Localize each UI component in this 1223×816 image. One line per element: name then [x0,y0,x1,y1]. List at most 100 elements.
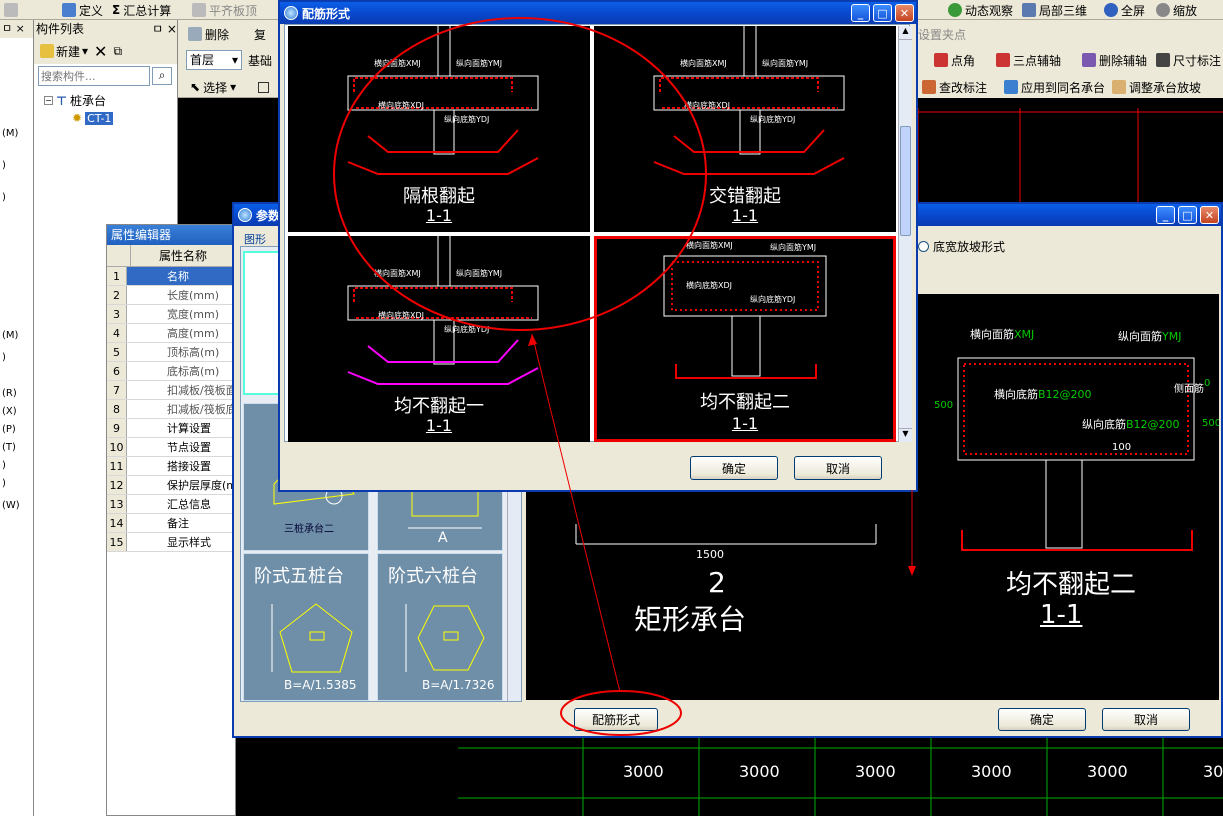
apply-same-button[interactable]: 应用到同名承台 [1004,77,1105,97]
dim-label-button[interactable]: 尺寸标注 [1156,50,1221,70]
rebar-dialog-title: 配筋形式 [302,6,351,21]
preview-top-h: 横向面筋XMJ [970,326,1034,342]
copy-icon[interactable]: ⧉ [113,44,122,59]
search-input[interactable] [38,66,150,86]
param-cancel-button[interactable]: 取消 [1102,708,1190,731]
property-row[interactable]: 2 长度(mm) [107,286,235,305]
preview-dim-500a: 500 [934,400,954,411]
chevron-down-icon: ▾ [231,53,238,67]
grid-dimension: 30 [1203,762,1223,781]
preview-top-v: 纵向面筋YMJ [1118,328,1181,344]
sigma-icon: Σ [112,3,121,17]
property-row[interactable]: 6 底标高(m) [107,362,235,381]
base-value: 基础 [248,53,273,68]
dynamic-view-icon [948,3,962,17]
shape-card-6pile[interactable]: 阶式六桩台 B=A/1.7326 [377,553,503,701]
copy-button[interactable]: 复 [254,24,266,44]
rebar-cancel-label: 取消 [825,461,850,476]
adjust-slope-button[interactable]: 调整承台放坡 [1112,77,1201,97]
rebar-option-section: 1-1 [425,206,453,225]
property-row[interactable]: 12保护层厚度(mm [107,476,235,495]
undo-button[interactable] [4,0,18,20]
minimize-button[interactable]: _ [1156,206,1175,224]
maximize-button[interactable]: □ [1178,206,1197,224]
rebar-scrollbar[interactable]: ▲ ▼ [898,26,912,442]
property-row[interactable]: 3 宽度(mm) [107,305,235,324]
property-row[interactable]: 1 名称 [107,267,235,286]
delete-axis-label: 删除辅轴 [1099,53,1148,68]
delete-icon[interactable]: ✕ [94,42,107,61]
property-row-num: 9 [107,419,127,437]
property-row[interactable]: 10 节点设置 [107,438,235,457]
new-button[interactable]: 新建 ▾ [40,43,88,60]
rebar-ydj-label: 纵向底筋YDJ [444,325,490,334]
rebar-xmj-label: 横向面筋XMJ [686,241,733,250]
search-icon[interactable]: ⌕ [152,67,172,85]
scroll-down-icon[interactable]: ▼ [899,428,912,442]
local-3d-button[interactable]: 局部三维 [1022,0,1087,20]
tree-root[interactable]: − ⊤ 桩承台 [44,92,177,109]
rebar-form-label: 配筋形式 [591,713,640,727]
flat-top-button[interactable]: 平齐板顶 [192,0,257,20]
top-rebar-h-code: XMJ [1014,328,1035,341]
rebar-cancel-button[interactable]: 取消 [794,456,882,480]
collapse-icon[interactable]: − [44,96,53,105]
param-cancel-label: 取消 [1133,713,1158,727]
strip-letter: (R) [2,388,17,399]
property-row[interactable]: 9 计算设置 [107,419,235,438]
rebar-option[interactable]: 横向面筋XMJ 纵向面筋YMJ 横向底筋XDJ 纵向底筋YDJ 交错翻起 1-1 [594,26,896,232]
property-row-name: 扣减板/筏板底 [127,400,235,418]
slope-radio[interactable]: 底宽放坡形式 [918,238,1005,255]
property-row[interactable]: 5 顶标高(m) [107,343,235,362]
property-row[interactable]: 8 扣减板/筏板底 [107,400,235,419]
preview-dim-0: 0 [1204,378,1211,389]
floor-select[interactable]: 首层 ▾ [186,50,242,70]
summary-label: 汇总计算 [123,3,172,18]
rebar-minimize-button[interactable]: _ [851,4,870,22]
param-ok-button[interactable]: 确定 [998,708,1086,731]
property-row[interactable]: 13 汇总信息 [107,495,235,514]
delete-button[interactable]: 删除 [188,24,229,44]
scroll-thumb[interactable] [900,126,911,236]
three-point-axis-button[interactable]: 三点辅轴 [996,50,1061,70]
three-point-axis-label: 三点辅轴 [1013,53,1062,68]
tab-graphics[interactable]: 图形 [244,231,266,247]
close-button[interactable]: ✕ [1200,206,1219,224]
component-tree: − ⊤ 桩承台 ✹ CT-1 [34,88,177,125]
rebar-option[interactable]: 横向面筋XMJ 纵向面筋YMJ 横向底筋XDJ 纵向底筋YDJ 均不翻起一 1-1 [288,236,590,442]
delete-axis-button[interactable]: 删除辅轴 [1082,50,1147,70]
local-3d-label: 局部三维 [1039,3,1088,18]
component-list-header: 构件列表 ㅁ × [34,20,177,38]
point-angle-button[interactable]: 点角 [934,50,975,70]
property-editor: 属性编辑器 属性名称 1 名称 2 长度(mm) 3 宽度(mm) 4 高度(mm) 5 顶标高(… [106,224,236,816]
rebar-close-button[interactable]: ✕ [895,4,914,22]
base-select[interactable]: 基础 [248,50,272,70]
tree-child[interactable]: ✹ CT-1 [44,111,177,125]
shape-card-5pile[interactable]: 阶式五桩台 B=A/1.5385 [243,553,369,701]
property-row[interactable]: 7 扣减板/筏板面 [107,381,235,400]
set-clip-button[interactable]: 设置夹点 [918,24,966,44]
property-row[interactable]: 14 备注 [107,514,235,533]
rebar-xmj-label: 横向面筋XMJ [374,59,421,68]
property-row[interactable]: 4 高度(mm) [107,324,235,343]
rect-select-button[interactable] [258,77,269,97]
scroll-up-icon[interactable]: ▲ [899,26,912,40]
component-gear-icon: ✹ [72,111,83,125]
property-row-name: 节点设置 [127,438,235,456]
rebar-xdj-label: 横向底筋XDJ [686,281,732,290]
dynamic-view-button[interactable]: 动态观察 [948,0,1013,20]
summary-button[interactable]: Σ 汇总计算 [112,0,171,20]
modify-label-button[interactable]: 查改标注 [922,77,987,97]
property-row[interactable]: 15 显示样式 [107,533,235,552]
fullscreen-button[interactable]: 全屏 [1104,0,1145,20]
rebar-option[interactable]: 横向面筋XMJ 纵向面筋YMJ 横向底筋XDJ 纵向底筋YDJ 均不翻起二 1-1 [594,236,896,442]
rebar-form-button[interactable]: 配筋形式 [574,708,658,731]
rebar-ok-button[interactable]: 确定 [690,456,778,480]
select-button[interactable]: ⬉ 选择 ▾ [190,77,236,97]
pin-icon[interactable]: ㅁ × [152,20,177,38]
rebar-maximize-button[interactable]: □ [873,4,892,22]
rebar-option[interactable]: 横向面筋XMJ 纵向面筋YMJ 横向底筋XDJ 纵向底筋YDJ 隔根翻起 1-1 [288,26,590,232]
zoom-button[interactable]: 缩放 [1156,0,1197,20]
define-button[interactable]: 定义 [62,0,103,20]
property-row[interactable]: 11 搭接设置 [107,457,235,476]
